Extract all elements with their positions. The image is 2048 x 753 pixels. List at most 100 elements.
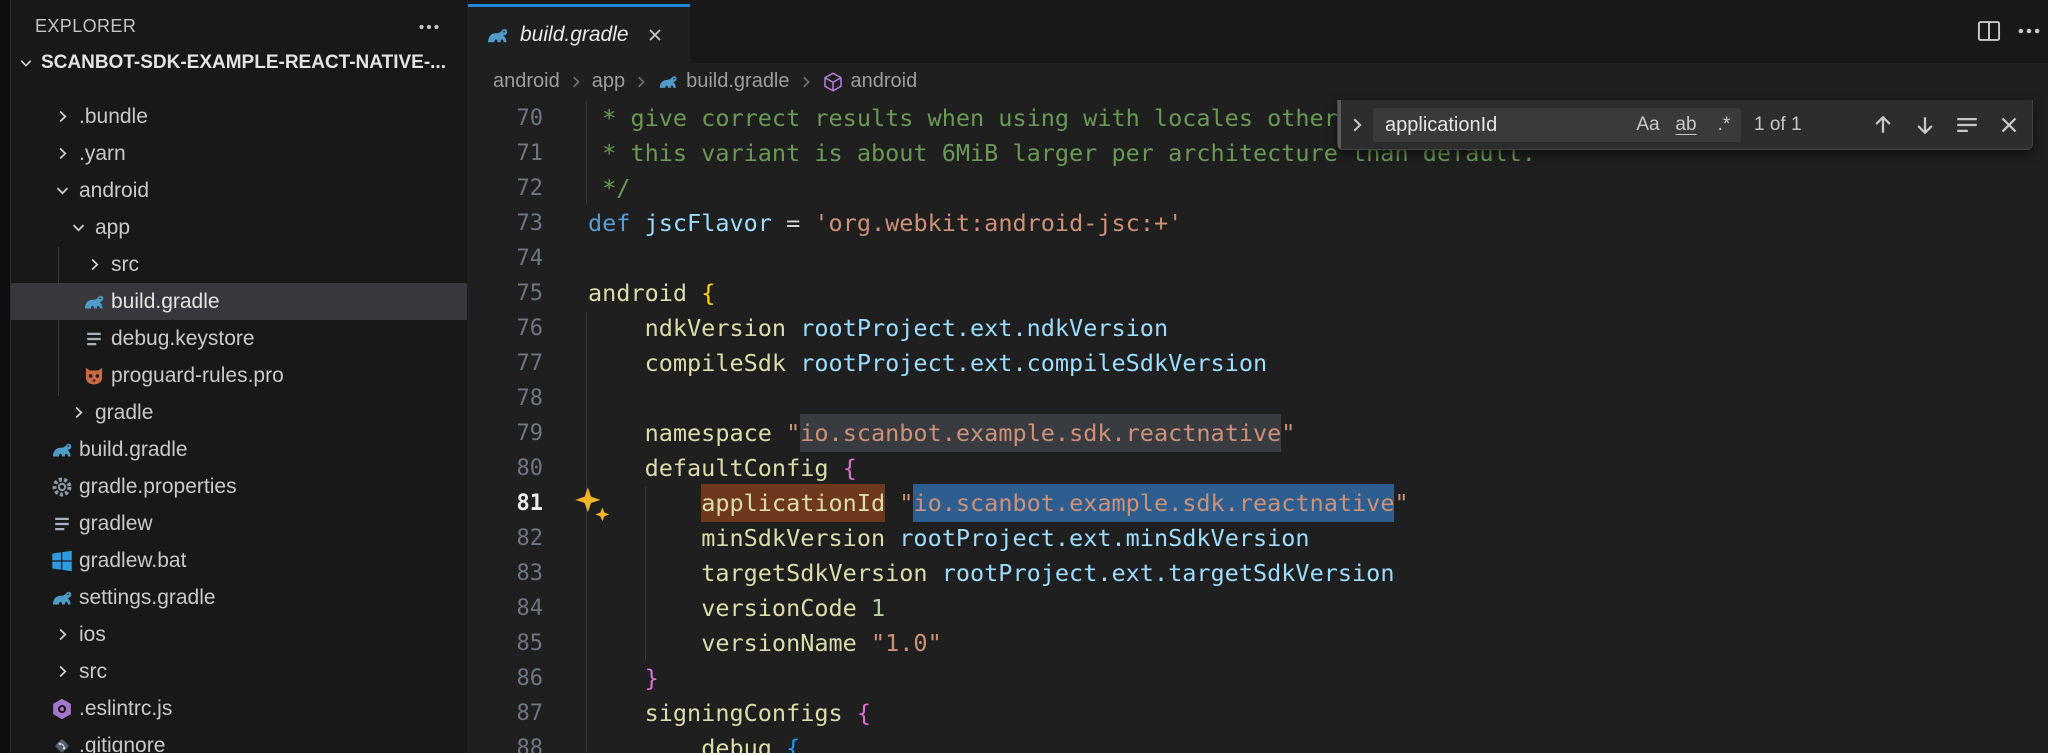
breadcrumb-item-android[interactable]: android: [822, 70, 917, 93]
line-number: 83: [516, 561, 544, 586]
chevron-right-icon: [81, 253, 107, 277]
line-number: 88: [516, 736, 544, 753]
chevron-right-icon: [567, 73, 585, 91]
ellipsis-icon[interactable]: [417, 15, 441, 39]
code-text: */: [588, 174, 631, 202]
code-editor[interactable]: 70 * give correct results when using wit…: [468, 100, 2048, 753]
code-text: * give correct results when using with l…: [588, 104, 1338, 132]
line-number: 70: [516, 106, 544, 131]
windows-icon: [49, 549, 75, 573]
ellipsis-icon[interactable]: [2016, 18, 2042, 44]
tree-item-label: gradlew.bat: [79, 548, 187, 572]
tree-item-label: debug.keystore: [111, 326, 255, 350]
split-editor-icon[interactable]: [1976, 18, 2002, 44]
tree-item-label: .yarn: [79, 141, 126, 165]
gear-icon: [49, 475, 75, 499]
tree-item-label: android: [79, 178, 150, 202]
file-lines-icon: [81, 327, 107, 351]
tree-item-debug-keystore[interactable]: debug.keystore: [11, 320, 467, 357]
tree-item-proguard-rules-pro[interactable]: proguard-rules.pro: [11, 357, 467, 394]
tree-item-gradle[interactable]: gradle: [11, 394, 467, 431]
gradle-icon: [49, 586, 75, 610]
tree-item-label: .eslintrc.js: [79, 696, 173, 720]
find-widget-sash[interactable]: [1338, 100, 1341, 149]
find-widget: Aa ab .* 1 of 1: [1337, 100, 2033, 150]
tree-item-build-gradle[interactable]: build.gradle: [11, 431, 467, 468]
code-text: }: [644, 664, 659, 692]
tree-item-settings-gradle[interactable]: settings.gradle: [11, 579, 467, 616]
code-text: signingConfigs {: [644, 699, 871, 727]
proguard-icon: [81, 364, 107, 388]
chevron-down-icon: [49, 179, 75, 203]
tree-item-label: gradlew: [79, 511, 153, 535]
line-number: 71: [516, 141, 544, 166]
chevron-right-icon: [49, 105, 75, 129]
tab-build-gradle[interactable]: build.gradle: [468, 4, 690, 63]
tab-title: build.gradle: [520, 23, 629, 46]
match-case-toggle[interactable]: Aa: [1631, 111, 1665, 139]
tree-item-label: build.gradle: [79, 437, 188, 461]
code-text: namespace "io.scanbot.example.sdk.reactn…: [588, 414, 1295, 452]
breadcrumb-item-app[interactable]: app: [592, 70, 625, 93]
symbol-namespace-icon: [822, 71, 844, 93]
close-icon[interactable]: [645, 25, 665, 45]
code-text: versionName "1.0": [701, 629, 942, 657]
tree-item-gradle-properties[interactable]: gradle.properties: [11, 468, 467, 505]
tree-item--gitignore[interactable]: .gitignore: [11, 727, 467, 753]
line-number: 74: [516, 246, 544, 271]
find-in-selection-button find-selection-icon[interactable]: [1954, 112, 1980, 138]
breadcrumb-label: build.gradle: [686, 70, 790, 92]
gradle-icon: [485, 23, 510, 48]
tree-item--yarn[interactable]: .yarn: [11, 135, 467, 172]
tree-item-label: proguard-rules.pro: [111, 363, 284, 387]
line-number: 80: [516, 456, 544, 481]
line-number: 75: [516, 281, 544, 306]
tree-item-build-gradle[interactable]: build.gradle: [11, 283, 467, 320]
file-lines-icon: [49, 512, 75, 536]
tree-item-app[interactable]: app: [11, 209, 467, 246]
tree-item-src[interactable]: src: [11, 246, 467, 283]
tree-item--bundle[interactable]: .bundle: [11, 98, 467, 135]
chevron-right-icon: [632, 73, 650, 91]
tree-item-gradlew-bat[interactable]: gradlew.bat: [11, 542, 467, 579]
chevron-right-icon: [49, 623, 75, 647]
tree-item-ios[interactable]: ios: [11, 616, 467, 653]
close-find-button close-icon[interactable]: [1996, 112, 2022, 138]
tree-item-label: src: [79, 659, 107, 683]
regex-toggle[interactable]: .*: [1707, 111, 1741, 139]
gradle-icon: [657, 71, 679, 93]
line-number: 73: [516, 211, 544, 236]
line-number: 82: [516, 526, 544, 551]
workspace-section-header[interactable]: SCANBOT-SDK-EXAMPLE-REACT-NATIVE-...: [11, 48, 467, 78]
gradle-icon: [49, 438, 75, 462]
chevron-right-icon: [65, 401, 91, 425]
code-text: debug {: [701, 734, 801, 753]
tree-item-label: ios: [79, 622, 106, 646]
indent-guide: [586, 312, 587, 753]
breadcrumb-item-android[interactable]: android: [493, 70, 560, 93]
git-icon: [49, 734, 75, 753]
tree-item--eslintrc-js[interactable]: .eslintrc.js: [11, 690, 467, 727]
toggle-replace-icon[interactable]: [1346, 114, 1368, 136]
whole-word-toggle[interactable]: ab: [1669, 111, 1703, 139]
chevron-right-icon: [49, 142, 75, 166]
tree-item-gradlew[interactable]: gradlew: [11, 505, 467, 542]
breadcrumb-label: app: [591, 70, 626, 92]
tree-item-src[interactable]: src: [11, 653, 467, 690]
previous-match-button arrow-up-icon[interactable]: [1870, 112, 1896, 138]
explorer-sidebar: EXPLORER SCANBOT-SDK-EXAMPLE-REACT-NATIV…: [11, 0, 467, 753]
vscode-window: EXPLORER SCANBOT-SDK-EXAMPLE-REACT-NATIV…: [0, 0, 2048, 753]
tree-item-label: gradle: [95, 400, 154, 424]
editor-tab-bar: build.gradle: [468, 0, 2048, 63]
code-text: versionCode 1: [701, 594, 886, 622]
tree-item-label: .gitignore: [79, 733, 166, 753]
file-tree: .bundle .yarn android app src build.gradle deb…: [11, 98, 467, 753]
gradle-icon: [81, 290, 107, 314]
code-text: compileSdk rootProject.ext.compileSdkVer…: [644, 349, 1268, 377]
next-match-button arrow-down-icon[interactable]: [1912, 112, 1938, 138]
line-number: 81: [516, 491, 544, 516]
tree-item-label: app: [95, 215, 131, 239]
find-options: Aa ab .*: [1586, 108, 1741, 142]
breadcrumb-item-build.gradle[interactable]: build.gradle: [657, 70, 790, 93]
tree-item-android[interactable]: android: [11, 172, 467, 209]
